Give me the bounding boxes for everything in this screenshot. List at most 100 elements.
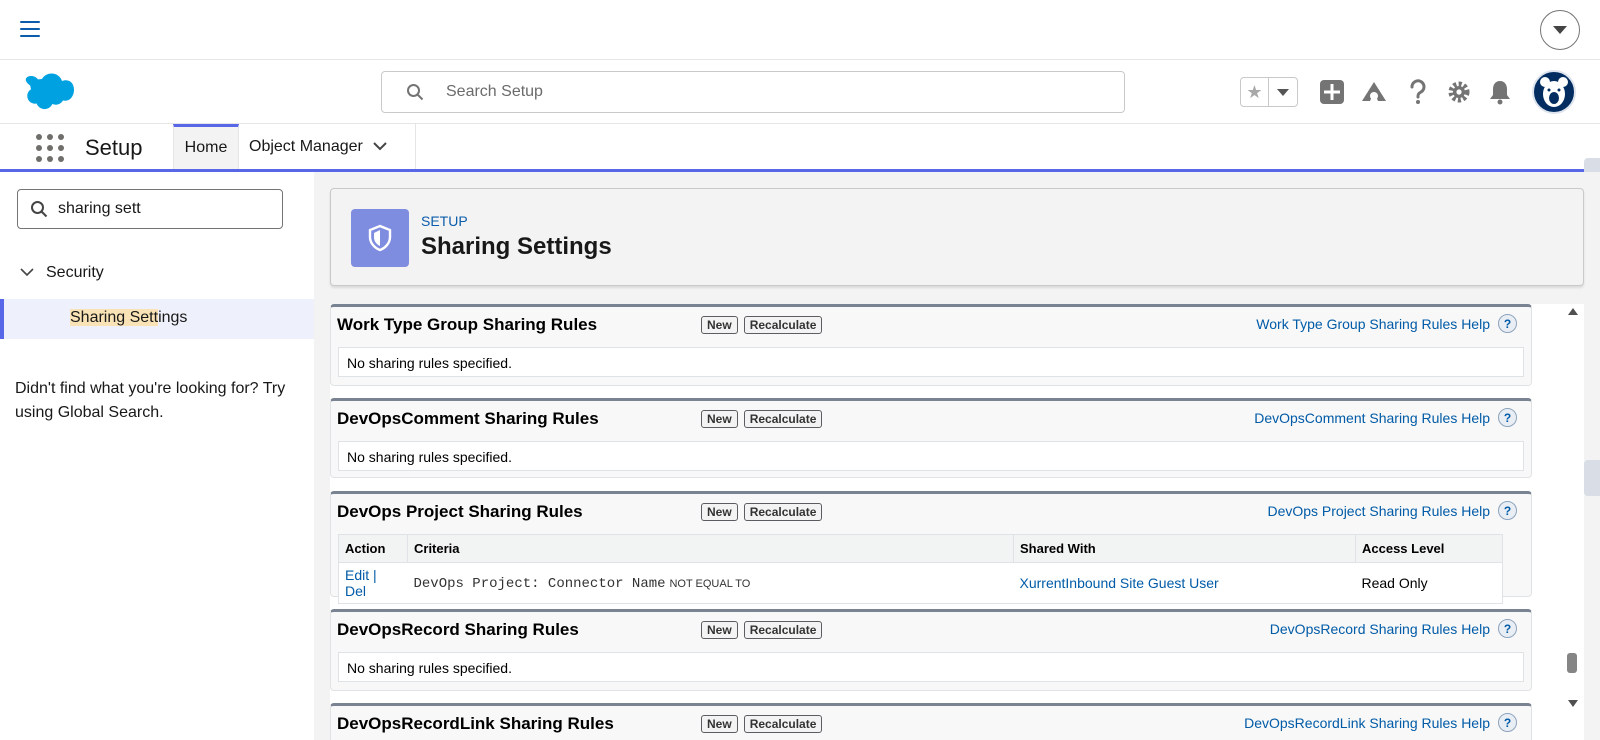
section-title: Work Type Group Sharing Rules (337, 315, 598, 334)
section-buttons: New Recalculate (701, 621, 823, 639)
column-header: Action (338, 534, 408, 563)
help-icon[interactable]: ? (1498, 713, 1517, 732)
add-icon[interactable] (1318, 78, 1346, 106)
recalculate-button[interactable]: Recalculate (743, 410, 823, 428)
search-setup-field[interactable] (381, 71, 1125, 113)
recalculate-button[interactable]: Recalculate (743, 503, 823, 521)
help-icon[interactable]: ? (1498, 314, 1517, 333)
salesforce-logo[interactable] (20, 73, 74, 111)
bell-icon[interactable] (1486, 78, 1514, 106)
scroll-thumb[interactable] (1567, 653, 1577, 673)
edit-link[interactable]: Edit (345, 567, 369, 583)
tree-section-security[interactable]: Security (20, 264, 104, 282)
sidebar-item-sharing-settings[interactable]: Sharing Settings (0, 299, 314, 339)
new-button[interactable]: New (701, 316, 738, 334)
section-title: DevOpsRecordLink Sharing Rules (337, 714, 614, 733)
tab-home[interactable]: Home (173, 124, 239, 169)
quick-find-input[interactable] (58, 190, 278, 228)
favorites-group[interactable]: ★ (1240, 77, 1298, 107)
section-help[interactable]: DevOpsComment Sharing Rules Help ? (1254, 408, 1517, 427)
global-search-hint: Didn't find what you're looking for? Try… (15, 380, 286, 421)
page-header: SETUP Sharing Settings (330, 188, 1584, 286)
column-header: Criteria (407, 534, 1014, 563)
section-help[interactable]: DevOpsRecordLink Sharing Rules Help ? (1244, 713, 1517, 732)
chevron-down-icon[interactable] (373, 138, 387, 156)
section-help[interactable]: DevOpsRecord Sharing Rules Help ? (1270, 619, 1517, 638)
chevron-down-icon[interactable] (20, 264, 34, 282)
favorites-dropdown-icon[interactable] (1269, 78, 1297, 106)
search-setup-input[interactable] (446, 72, 1106, 112)
scrollbar[interactable] (1562, 304, 1584, 740)
new-button[interactable]: New (701, 503, 738, 521)
sharing-rules-section: Work Type Group Sharing Rules New Recalc… (330, 304, 1532, 386)
help-link[interactable]: DevOpsComment Sharing Rules Help (1254, 410, 1490, 426)
rules-table: Action Criteria Shared With Access Level… (338, 534, 1503, 604)
sharing-rules-section: DevOpsRecordLink Sharing Rules New Recal… (330, 703, 1532, 740)
page-eyebrow: SETUP (421, 213, 468, 229)
section-buttons: New Recalculate (701, 503, 823, 521)
section-title: DevOps Project Sharing Rules (337, 502, 583, 521)
help-link[interactable]: DevOpsRecord Sharing Rules Help (1270, 621, 1490, 637)
help-link[interactable]: DevOps Project Sharing Rules Help (1267, 503, 1490, 519)
new-button[interactable]: New (701, 410, 738, 428)
gear-icon[interactable] (1445, 78, 1473, 106)
help-icon[interactable]: ? (1498, 619, 1517, 638)
quick-find-field[interactable] (17, 189, 283, 229)
empty-rules-message: No sharing rules specified. (338, 347, 1524, 377)
new-button[interactable]: New (701, 621, 738, 639)
criteria-operator: NOT EQUAL TO (669, 578, 751, 590)
utility-bar (0, 0, 1600, 60)
hamburger-icon[interactable] (20, 21, 40, 37)
new-button[interactable]: New (701, 715, 738, 733)
table-header-row: Action Criteria Shared With Access Level (338, 534, 1503, 563)
sharing-rules-section: DevOpsComment Sharing Rules New Recalcul… (330, 398, 1532, 478)
sidebar-item-label: Sharing Settings (70, 309, 187, 327)
empty-rules-message: No sharing rules specified. (338, 652, 1524, 682)
app-name: Setup (85, 135, 143, 160)
section-buttons: New Recalculate (701, 410, 823, 428)
section-help[interactable]: DevOps Project Sharing Rules Help ? (1267, 501, 1517, 520)
section-title: DevOpsComment Sharing Rules (337, 409, 599, 428)
recalculate-button[interactable]: Recalculate (743, 621, 823, 639)
scroll-up-icon[interactable] (1568, 308, 1578, 315)
trailhead-icon[interactable] (1360, 78, 1388, 106)
avatar[interactable] (1532, 70, 1576, 114)
recalculate-button[interactable]: Recalculate (743, 316, 823, 334)
action-cell: Edit | Del (338, 562, 408, 604)
shield-icon (351, 209, 409, 267)
section-buttons: New Recalculate (701, 316, 823, 334)
sharing-rules-content[interactable]: Work Type Group Sharing Rules New Recalc… (330, 304, 1584, 740)
search-icon (30, 200, 48, 223)
search-highlight: Sharing Sett (70, 309, 159, 326)
chevron-down-icon[interactable] (1540, 10, 1580, 50)
delete-link[interactable]: Del (345, 583, 366, 599)
tab-object-manager[interactable]: Object Manager (239, 124, 416, 169)
column-header: Shared With (1013, 534, 1356, 563)
global-header: ★ (0, 60, 1600, 124)
scroll-down-icon[interactable] (1568, 700, 1578, 707)
sidebar-item-label-rest: ings (158, 309, 188, 326)
sharing-rules-section: DevOpsRecord Sharing Rules New Recalcula… (330, 609, 1532, 691)
section-help[interactable]: Work Type Group Sharing Rules Help ? (1256, 314, 1517, 333)
help-icon[interactable] (1404, 78, 1432, 106)
star-icon[interactable]: ★ (1241, 78, 1269, 106)
tree-section-label: Security (46, 264, 104, 281)
side-panel-toggle[interactable] (1584, 460, 1600, 496)
table-row: Edit | Del DevOps Project: Connector Nam… (338, 562, 1503, 604)
tab-object-manager-label: Object Manager (249, 137, 363, 155)
main-region: SETUP Sharing Settings Work Type Group S… (314, 172, 1600, 740)
app-launcher-icon[interactable] (36, 134, 64, 162)
help-icon[interactable]: ? (1498, 408, 1517, 427)
shared-with-link[interactable]: XurrentInbound Site Guest User (1020, 575, 1219, 591)
criteria-cell: DevOps Project: Connector Name NOT EQUAL… (407, 562, 1014, 604)
setup-sidebar: Security Sharing Settings Didn't find wh… (0, 172, 314, 740)
shared-with-cell: XurrentInbound Site Guest User (1013, 562, 1356, 604)
help-link[interactable]: Work Type Group Sharing Rules Help (1256, 316, 1490, 332)
recalculate-button[interactable]: Recalculate (743, 715, 823, 733)
section-buttons: New Recalculate (701, 715, 823, 733)
help-icon[interactable]: ? (1498, 501, 1517, 520)
sharing-rules-section: DevOps Project Sharing Rules New Recalcu… (330, 491, 1532, 604)
page-title: Sharing Settings (421, 233, 612, 260)
context-bar: Setup Home Object Manager (0, 124, 1600, 172)
help-link[interactable]: DevOpsRecordLink Sharing Rules Help (1244, 715, 1490, 731)
